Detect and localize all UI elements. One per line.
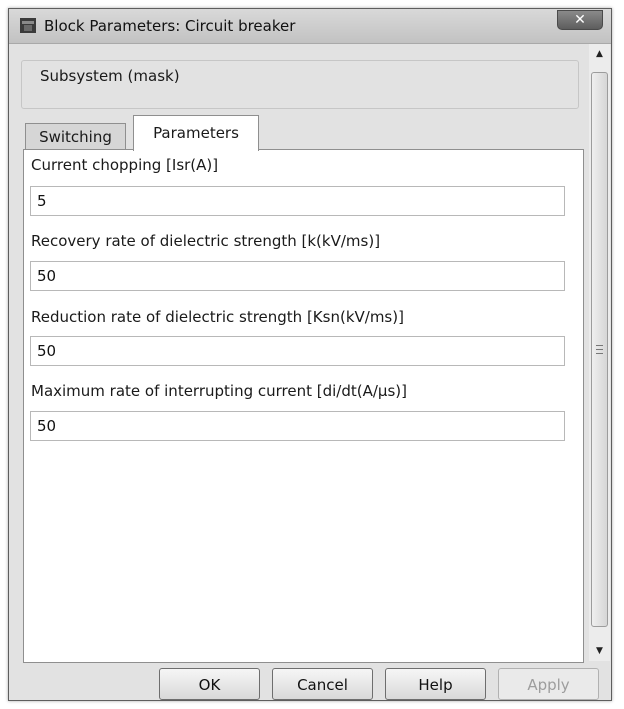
- dialog-window: Block Parameters: Circuit breaker ✕ Subs…: [8, 8, 612, 701]
- recovery-rate-label: Recovery rate of dielectric strength [k(…: [31, 232, 381, 250]
- scroll-thumb[interactable]: [591, 72, 608, 627]
- button-bar: OK Cancel Help Apply: [9, 661, 611, 701]
- reduction-rate-input[interactable]: [30, 336, 565, 366]
- arrow-down-icon[interactable]: ▼: [589, 641, 610, 661]
- interrupting-current-label: Maximum rate of interrupting current [di…: [31, 382, 407, 400]
- cancel-button[interactable]: Cancel: [272, 668, 373, 700]
- group-label: Subsystem (mask): [36, 67, 184, 85]
- apply-button[interactable]: Apply: [498, 668, 599, 700]
- current-chopping-input[interactable]: [30, 186, 565, 216]
- tab-switching[interactable]: Switching: [25, 123, 126, 151]
- interrupting-current-input[interactable]: [30, 411, 565, 441]
- window-title: Block Parameters: Circuit breaker: [44, 17, 296, 35]
- grip-icon: [596, 345, 603, 354]
- title-bar[interactable]: Block Parameters: Circuit breaker ✕: [9, 9, 611, 44]
- recovery-rate-input[interactable]: [30, 261, 565, 291]
- dialog-content: Subsystem (mask) Switching Parameters Cu…: [15, 44, 587, 663]
- arrow-up-icon[interactable]: ▲: [589, 44, 610, 64]
- current-chopping-label: Current chopping [Isr(A)]: [31, 156, 219, 174]
- close-icon: ✕: [574, 12, 586, 28]
- parameters-panel: Current chopping [Isr(A)] Recovery rate …: [23, 149, 584, 663]
- help-button[interactable]: Help: [385, 668, 486, 700]
- simulink-block-icon: [20, 18, 36, 33]
- reduction-rate-label: Reduction rate of dielectric strength [K…: [31, 308, 404, 326]
- vertical-scrollbar[interactable]: ▲ ▼: [589, 44, 610, 661]
- tab-parameters[interactable]: Parameters: [133, 115, 259, 151]
- ok-button[interactable]: OK: [159, 668, 260, 700]
- close-button[interactable]: ✕: [557, 10, 603, 30]
- subsystem-mask-group: Subsystem (mask): [21, 60, 579, 109]
